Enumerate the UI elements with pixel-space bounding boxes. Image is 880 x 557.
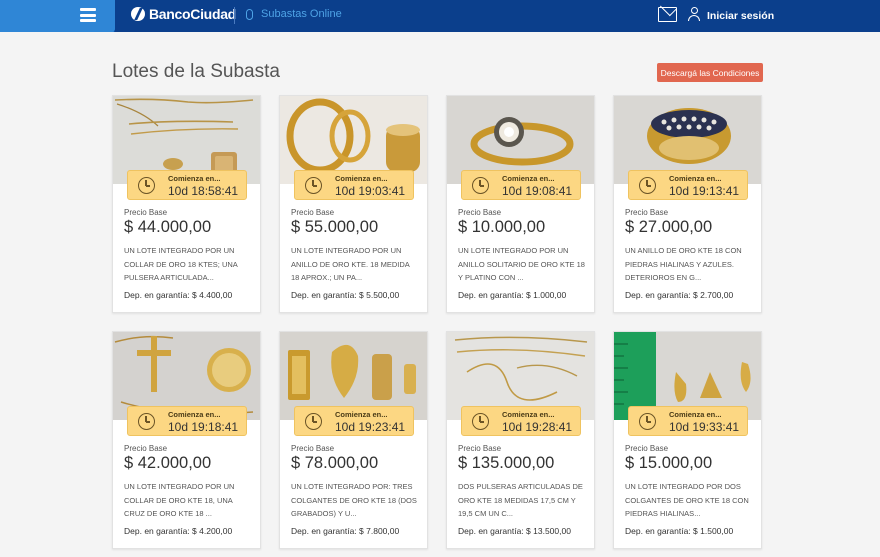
base-price-label: Precio Base [625, 208, 669, 217]
base-price-label: Precio Base [291, 208, 335, 217]
lot-card[interactable]: Comienza en... 10d 18:58:41 Precio Base … [112, 95, 261, 313]
countdown-value: 10d 19:33:41 [669, 420, 740, 434]
header-divider [234, 7, 235, 24]
countdown-badge: Comienza en... 10d 19:13:41 [628, 170, 748, 200]
countdown-badge: Comienza en... 10d 19:28:41 [461, 406, 581, 436]
section-label: Subastas Online [261, 8, 342, 20]
lot-card[interactable]: Comienza en... 10d 19:08:41 Precio Base … [446, 95, 595, 313]
deposit-amount: Dep. en garantía: $ 7.800,00 [291, 526, 400, 536]
page-title: Lotes de la Subasta [112, 61, 280, 82]
countdown-value: 10d 19:28:41 [502, 420, 573, 434]
lot-card[interactable]: Comienza en... 10d 19:33:41 Precio Base … [613, 331, 762, 549]
deposit-amount: Dep. en garantía: $ 5.500,00 [291, 290, 400, 300]
countdown-badge: Comienza en... 10d 19:08:41 [461, 170, 581, 200]
lot-description: UN LOTE INTEGRADO POR DOS COLGANTES DE O… [625, 482, 749, 518]
mail-icon[interactable] [658, 7, 677, 22]
base-price: $ 27.000,00 [625, 218, 713, 236]
mouse-icon [246, 8, 253, 20]
countdown-label: Comienza en... [502, 174, 555, 183]
base-price-label: Precio Base [124, 208, 168, 217]
countdown-badge: Comienza en... 10d 19:18:41 [127, 406, 247, 436]
countdown-value: 10d 19:03:41 [335, 184, 406, 198]
clock-icon [305, 413, 322, 430]
countdown-label: Comienza en... [335, 174, 388, 183]
base-price-label: Precio Base [625, 444, 669, 453]
menu-icon[interactable] [80, 8, 96, 22]
countdown-value: 10d 19:23:41 [335, 420, 406, 434]
lot-description: UN LOTE INTEGRADO POR UN ANILLO SOLITARI… [458, 246, 585, 282]
logo-icon [131, 7, 145, 21]
base-price-label: Precio Base [124, 444, 168, 453]
countdown-badge: Comienza en... 10d 18:58:41 [127, 170, 247, 200]
lot-card[interactable]: Comienza en... 10d 19:03:41 Precio Base … [279, 95, 428, 313]
lot-description: UN LOTE INTEGRADO POR UN COLLAR DE ORO 1… [124, 246, 238, 282]
countdown-label: Comienza en... [335, 410, 388, 419]
lot-description: UN LOTE INTEGRADO POR UN COLLAR DE ORO K… [124, 482, 235, 518]
countdown-value: 10d 18:58:41 [168, 184, 239, 198]
deposit-amount: Dep. en garantía: $ 13.500,00 [458, 526, 571, 536]
lot-description: UN LOTE INTEGRADO POR: TRES COLGANTES DE… [291, 482, 417, 518]
countdown-label: Comienza en... [168, 410, 221, 419]
deposit-amount: Dep. en garantía: $ 4.400,00 [124, 290, 233, 300]
lot-card[interactable]: Comienza en... 10d 19:23:41 Precio Base … [279, 331, 428, 549]
base-price: $ 42.000,00 [124, 454, 212, 472]
clock-icon [138, 413, 155, 430]
base-price: $ 55.000,00 [291, 218, 379, 236]
deposit-amount: Dep. en garantía: $ 2.700,00 [625, 290, 734, 300]
countdown-badge: Comienza en... 10d 19:03:41 [294, 170, 414, 200]
clock-icon [472, 413, 489, 430]
lot-card[interactable]: Comienza en... 10d 19:13:41 Precio Base … [613, 95, 762, 313]
clock-icon [639, 177, 656, 194]
base-price: $ 135.000,00 [458, 454, 555, 472]
lot-description: DOS PULSERAS ARTICULADAS DE ORO KTE 18 M… [458, 482, 583, 518]
lot-card[interactable]: Comienza en... 10d 19:18:41 Precio Base … [112, 331, 261, 549]
base-price: $ 15.000,00 [625, 454, 713, 472]
brand-name: BancoCiudad [149, 6, 236, 22]
clock-icon [138, 177, 155, 194]
countdown-badge: Comienza en... 10d 19:23:41 [294, 406, 414, 436]
base-price: $ 10.000,00 [458, 218, 546, 236]
deposit-amount: Dep. en garantía: $ 4.200,00 [124, 526, 233, 536]
deposit-amount: Dep. en garantía: $ 1.500,00 [625, 526, 734, 536]
countdown-value: 10d 19:08:41 [502, 184, 573, 198]
deposit-amount: Dep. en garantía: $ 1.000,00 [458, 290, 567, 300]
download-conditions-button[interactable]: Descargá las Condiciones [657, 63, 763, 82]
countdown-label: Comienza en... [168, 174, 221, 183]
clock-icon [305, 177, 322, 194]
user-icon[interactable] [688, 7, 700, 22]
login-link[interactable]: Iniciar sesión [707, 10, 774, 22]
brand-logo[interactable]: BancoCiudad [131, 6, 236, 22]
countdown-label: Comienza en... [502, 410, 555, 419]
section-link[interactable]: Subastas Online [246, 8, 342, 20]
clock-icon [639, 413, 656, 430]
countdown-badge: Comienza en... 10d 19:33:41 [628, 406, 748, 436]
base-price: $ 78.000,00 [291, 454, 379, 472]
countdown-value: 10d 19:18:41 [168, 420, 239, 434]
base-price-label: Precio Base [458, 444, 502, 453]
countdown-label: Comienza en... [669, 410, 722, 419]
top-bar: BancoCiudad Subastas Online Iniciar sesi… [0, 0, 880, 32]
countdown-value: 10d 19:13:41 [669, 184, 740, 198]
lot-description: UN LOTE INTEGRADO POR UN ANILLO DE ORO K… [291, 246, 410, 282]
lot-description: UN ANILLO DE ORO KTE 18 CON PIEDRAS HIAL… [625, 246, 742, 282]
clock-icon [472, 177, 489, 194]
lot-card[interactable]: Comienza en... 10d 19:28:41 Precio Base … [446, 331, 595, 549]
countdown-label: Comienza en... [669, 174, 722, 183]
base-price-label: Precio Base [291, 444, 335, 453]
base-price-label: Precio Base [458, 208, 502, 217]
base-price: $ 44.000,00 [124, 218, 212, 236]
header-accent-bar [0, 0, 132, 32]
